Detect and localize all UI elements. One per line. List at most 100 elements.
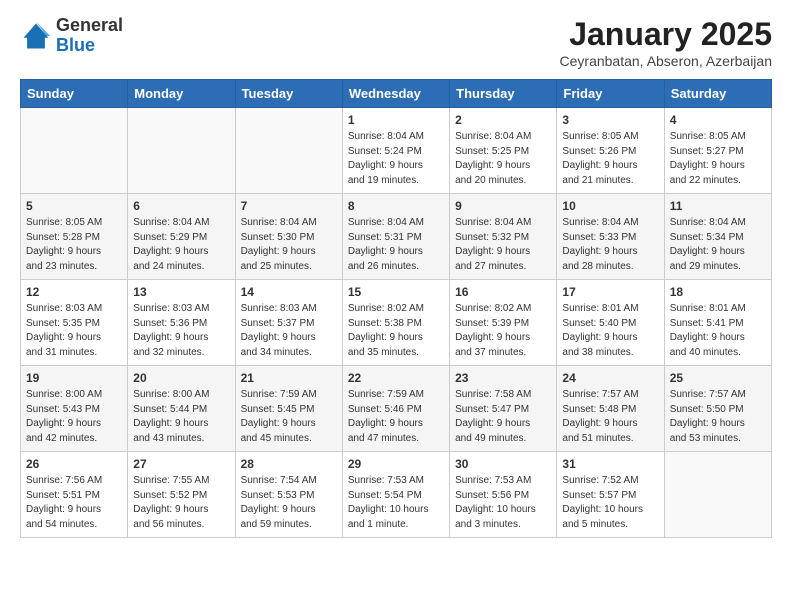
day-number: 16	[455, 285, 551, 299]
day-info: Sunrise: 8:04 AM Sunset: 5:24 PM Dayligh…	[348, 130, 444, 188]
day-number: 12	[26, 285, 122, 299]
day-number: 2	[455, 113, 551, 127]
day-number: 14	[241, 285, 337, 299]
week-row-2: 5Sunrise: 8:05 AM Sunset: 5:28 PM Daylig…	[21, 194, 772, 280]
calendar-cell: 11 Sunrise: 8:04 AM Sunset: 5:34 PM Dayli…	[664, 194, 771, 280]
day-info: Sunrise: 7:55 AM Sunset: 5:52 PM Dayligh…	[133, 474, 229, 532]
day-number: 24	[562, 371, 658, 385]
day-number: 26	[26, 457, 122, 471]
weekday-header-friday: Friday	[557, 80, 664, 108]
day-info: Sunrise: 7:56 AM Sunset: 5:51 PM Dayligh…	[26, 474, 122, 532]
day-info: Sunrise: 8:04 AM Sunset: 5:29 PM Dayligh…	[133, 216, 229, 274]
calendar-cell	[235, 108, 342, 194]
calendar-cell: 29 Sunrise: 7:53 AM Sunset: 5:54 PM Dayli…	[342, 452, 449, 538]
calendar-cell: 21 Sunrise: 7:59 AM Sunset: 5:45 PM Dayli…	[235, 366, 342, 452]
day-number: 15	[348, 285, 444, 299]
calendar-cell: 9Sunrise: 8:04 AM Sunset: 5:32 PM Daylig…	[450, 194, 557, 280]
calendar-cell: 2 Sunrise: 8:04 AM Sunset: 5:25 PM Daylig…	[450, 108, 557, 194]
day-number: 31	[562, 457, 658, 471]
day-number: 19	[26, 371, 122, 385]
calendar-cell: 8Sunrise: 8:04 AM Sunset: 5:31 PM Daylig…	[342, 194, 449, 280]
calendar-cell: 28 Sunrise: 7:54 AM Sunset: 5:53 PM Dayli…	[235, 452, 342, 538]
calendar-cell: 16 Sunrise: 8:02 AM Sunset: 5:39 PM Dayli…	[450, 280, 557, 366]
calendar-cell: 15 Sunrise: 8:02 AM Sunset: 5:38 PM Dayli…	[342, 280, 449, 366]
day-number: 18	[670, 285, 766, 299]
calendar-cell: 6 Sunrise: 8:04 AM Sunset: 5:29 PM Daylig…	[128, 194, 235, 280]
calendar-cell: 14 Sunrise: 8:03 AM Sunset: 5:37 PM Dayli…	[235, 280, 342, 366]
calendar-cell	[664, 452, 771, 538]
calendar-header: SundayMondayTuesdayWednesdayThursdayFrid…	[21, 80, 772, 108]
day-number: 7	[241, 199, 337, 213]
day-info: Sunrise: 8:04 AM Sunset: 5:34 PM Dayligh…	[670, 216, 766, 274]
calendar-cell: 26 Sunrise: 7:56 AM Sunset: 5:51 PM Dayli…	[21, 452, 128, 538]
day-number: 4	[670, 113, 766, 127]
day-info: Sunrise: 7:53 AM Sunset: 5:54 PM Dayligh…	[348, 474, 444, 532]
calendar-cell: 19 Sunrise: 8:00 AM Sunset: 5:43 PM Dayli…	[21, 366, 128, 452]
calendar-cell: 1 Sunrise: 8:04 AM Sunset: 5:24 PM Daylig…	[342, 108, 449, 194]
weekday-row: SundayMondayTuesdayWednesdayThursdayFrid…	[21, 80, 772, 108]
calendar-cell: 30 Sunrise: 7:53 AM Sunset: 5:56 PM Dayli…	[450, 452, 557, 538]
day-number: 10	[562, 199, 658, 213]
calendar-cell: 18Sunrise: 8:01 AM Sunset: 5:41 PM Dayli…	[664, 280, 771, 366]
calendar-cell: 12Sunrise: 8:03 AM Sunset: 5:35 PM Dayli…	[21, 280, 128, 366]
day-info: Sunrise: 8:01 AM Sunset: 5:40 PM Dayligh…	[562, 302, 658, 360]
day-info: Sunrise: 7:53 AM Sunset: 5:56 PM Dayligh…	[455, 474, 551, 532]
day-info: Sunrise: 8:00 AM Sunset: 5:43 PM Dayligh…	[26, 388, 122, 446]
logo-text: General Blue	[56, 16, 123, 56]
day-info: Sunrise: 8:02 AM Sunset: 5:39 PM Dayligh…	[455, 302, 551, 360]
day-number: 23	[455, 371, 551, 385]
day-info: Sunrise: 7:57 AM Sunset: 5:48 PM Dayligh…	[562, 388, 658, 446]
logo: General Blue	[20, 16, 123, 56]
calendar-cell: 31 Sunrise: 7:52 AM Sunset: 5:57 PM Dayli…	[557, 452, 664, 538]
calendar-cell: 24 Sunrise: 7:57 AM Sunset: 5:48 PM Dayli…	[557, 366, 664, 452]
day-number: 1	[348, 113, 444, 127]
day-info: Sunrise: 8:02 AM Sunset: 5:38 PM Dayligh…	[348, 302, 444, 360]
day-info: Sunrise: 7:58 AM Sunset: 5:47 PM Dayligh…	[455, 388, 551, 446]
page-header: General Blue January 2025 Ceyranbatan, A…	[20, 16, 772, 69]
day-info: Sunrise: 7:59 AM Sunset: 5:45 PM Dayligh…	[241, 388, 337, 446]
day-number: 13	[133, 285, 229, 299]
day-info: Sunrise: 8:04 AM Sunset: 5:25 PM Dayligh…	[455, 130, 551, 188]
day-number: 29	[348, 457, 444, 471]
weekday-header-wednesday: Wednesday	[342, 80, 449, 108]
logo-general: General	[56, 16, 123, 36]
day-info: Sunrise: 8:03 AM Sunset: 5:37 PM Dayligh…	[241, 302, 337, 360]
day-number: 6	[133, 199, 229, 213]
weekday-header-sunday: Sunday	[21, 80, 128, 108]
day-info: Sunrise: 8:04 AM Sunset: 5:31 PM Dayligh…	[348, 216, 444, 274]
calendar-cell: 27 Sunrise: 7:55 AM Sunset: 5:52 PM Dayli…	[128, 452, 235, 538]
calendar-cell: 7 Sunrise: 8:04 AM Sunset: 5:30 PM Daylig…	[235, 194, 342, 280]
day-info: Sunrise: 8:05 AM Sunset: 5:27 PM Dayligh…	[670, 130, 766, 188]
day-info: Sunrise: 8:00 AM Sunset: 5:44 PM Dayligh…	[133, 388, 229, 446]
calendar-cell: 22 Sunrise: 7:59 AM Sunset: 5:46 PM Dayli…	[342, 366, 449, 452]
day-info: Sunrise: 8:04 AM Sunset: 5:30 PM Dayligh…	[241, 216, 337, 274]
calendar: SundayMondayTuesdayWednesdayThursdayFrid…	[20, 79, 772, 538]
day-number: 25	[670, 371, 766, 385]
day-number: 22	[348, 371, 444, 385]
calendar-cell: 23 Sunrise: 7:58 AM Sunset: 5:47 PM Dayli…	[450, 366, 557, 452]
calendar-cell: 20Sunrise: 8:00 AM Sunset: 5:44 PM Dayli…	[128, 366, 235, 452]
day-number: 9	[455, 199, 551, 213]
calendar-cell: 25 Sunrise: 7:57 AM Sunset: 5:50 PM Dayli…	[664, 366, 771, 452]
weekday-header-saturday: Saturday	[664, 80, 771, 108]
day-number: 11	[670, 199, 766, 213]
day-info: Sunrise: 7:52 AM Sunset: 5:57 PM Dayligh…	[562, 474, 658, 532]
day-info: Sunrise: 8:04 AM Sunset: 5:33 PM Dayligh…	[562, 216, 658, 274]
day-number: 3	[562, 113, 658, 127]
logo-blue: Blue	[56, 36, 123, 56]
week-row-3: 12Sunrise: 8:03 AM Sunset: 5:35 PM Dayli…	[21, 280, 772, 366]
calendar-cell: 17Sunrise: 8:01 AM Sunset: 5:40 PM Dayli…	[557, 280, 664, 366]
calendar-cell	[21, 108, 128, 194]
day-number: 27	[133, 457, 229, 471]
day-number: 28	[241, 457, 337, 471]
day-number: 21	[241, 371, 337, 385]
day-info: Sunrise: 7:59 AM Sunset: 5:46 PM Dayligh…	[348, 388, 444, 446]
weekday-header-tuesday: Tuesday	[235, 80, 342, 108]
location: Ceyranbatan, Abseron, Azerbaijan	[560, 53, 772, 69]
week-row-1: 1 Sunrise: 8:04 AM Sunset: 5:24 PM Daylig…	[21, 108, 772, 194]
day-info: Sunrise: 7:54 AM Sunset: 5:53 PM Dayligh…	[241, 474, 337, 532]
day-number: 30	[455, 457, 551, 471]
week-row-4: 19 Sunrise: 8:00 AM Sunset: 5:43 PM Dayli…	[21, 366, 772, 452]
day-info: Sunrise: 7:57 AM Sunset: 5:50 PM Dayligh…	[670, 388, 766, 446]
calendar-cell: 3Sunrise: 8:05 AM Sunset: 5:26 PM Daylig…	[557, 108, 664, 194]
